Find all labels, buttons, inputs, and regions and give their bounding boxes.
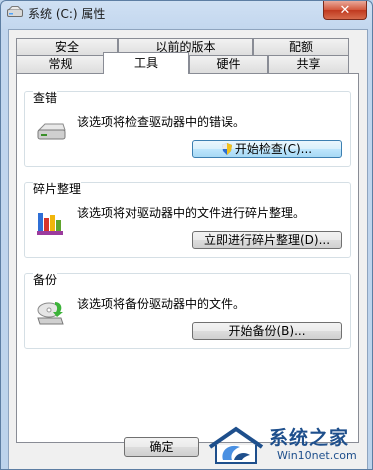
hard-drive-icon <box>37 123 66 140</box>
tab-label: 硬件 <box>216 57 241 71</box>
check-button-label: 开始检查(C)... <box>234 142 313 156</box>
tab-tools[interactable]: 工具 <box>103 52 189 74</box>
watermark-brand: 系统之家 <box>269 427 350 449</box>
tab-general[interactable]: 常规 <box>16 55 105 74</box>
backup-group: 备份 该选项将备份驱动器中的文件。 开始备份(B)... <box>24 273 351 349</box>
group-description: 该选项将备份驱动器中的文件。 <box>77 297 246 311</box>
defragment-now-button[interactable]: 立即进行碎片整理(D)... <box>192 231 342 249</box>
ok-button[interactable]: 确定 <box>124 437 199 457</box>
group-description: 该选项将检查驱动器中的错误。 <box>77 115 246 129</box>
tab-label: 共享 <box>296 57 321 71</box>
tab-label: 配额 <box>288 40 313 54</box>
error-checking-group: 查错 该选项将检查驱动器中的错误。 开始检查(C)... <box>24 91 351 167</box>
tab-label: 安全 <box>54 40 79 54</box>
defrag-icon <box>37 213 63 235</box>
drive-icon <box>7 6 23 17</box>
tab-label: 常规 <box>48 57 73 71</box>
client-area: 安全 以前的版本 配额 常规 工具 硬件 共享 查错 该选项将检查驱动器中的错误… <box>8 29 368 469</box>
backup-icon <box>37 302 64 325</box>
uac-shield-icon <box>221 143 232 155</box>
group-title: 查错 <box>33 91 58 105</box>
close-button[interactable]: ✕ <box>323 1 367 20</box>
watermark-url: Win10net.com <box>277 449 357 462</box>
properties-window: 系统 (C:) 属性 ✕ 安全 以前的版本 配额 常规 工具 硬件 共享 查错 … <box>0 0 373 470</box>
house-logo <box>208 426 264 464</box>
window-title: 系统 (C:) 属性 <box>28 7 106 21</box>
backup-now-button[interactable]: 开始备份(B)... <box>192 322 342 340</box>
group-title: 碎片整理 <box>33 182 82 196</box>
tab-hardware[interactable]: 硬件 <box>189 55 268 74</box>
group-title: 备份 <box>33 273 58 287</box>
tab-sharing[interactable]: 共享 <box>268 55 349 74</box>
defragmentation-group: 碎片整理 该选项将对驱动器中的文件进行碎片整理。 立即进行碎片整理(D)... <box>24 182 351 258</box>
check-now-button[interactable]: 开始检查(C)... <box>192 140 342 158</box>
group-description: 该选项将对驱动器中的文件进行碎片整理。 <box>77 206 306 220</box>
tools-page: 查错 该选项将检查驱动器中的错误。 开始检查(C)... 碎片整理 该选项将对驱… <box>16 73 359 443</box>
close-icon: ✕ <box>339 2 351 18</box>
title-bar[interactable]: 系统 (C:) 属性 ✕ <box>1 1 372 25</box>
tab-label: 工具 <box>133 56 158 70</box>
